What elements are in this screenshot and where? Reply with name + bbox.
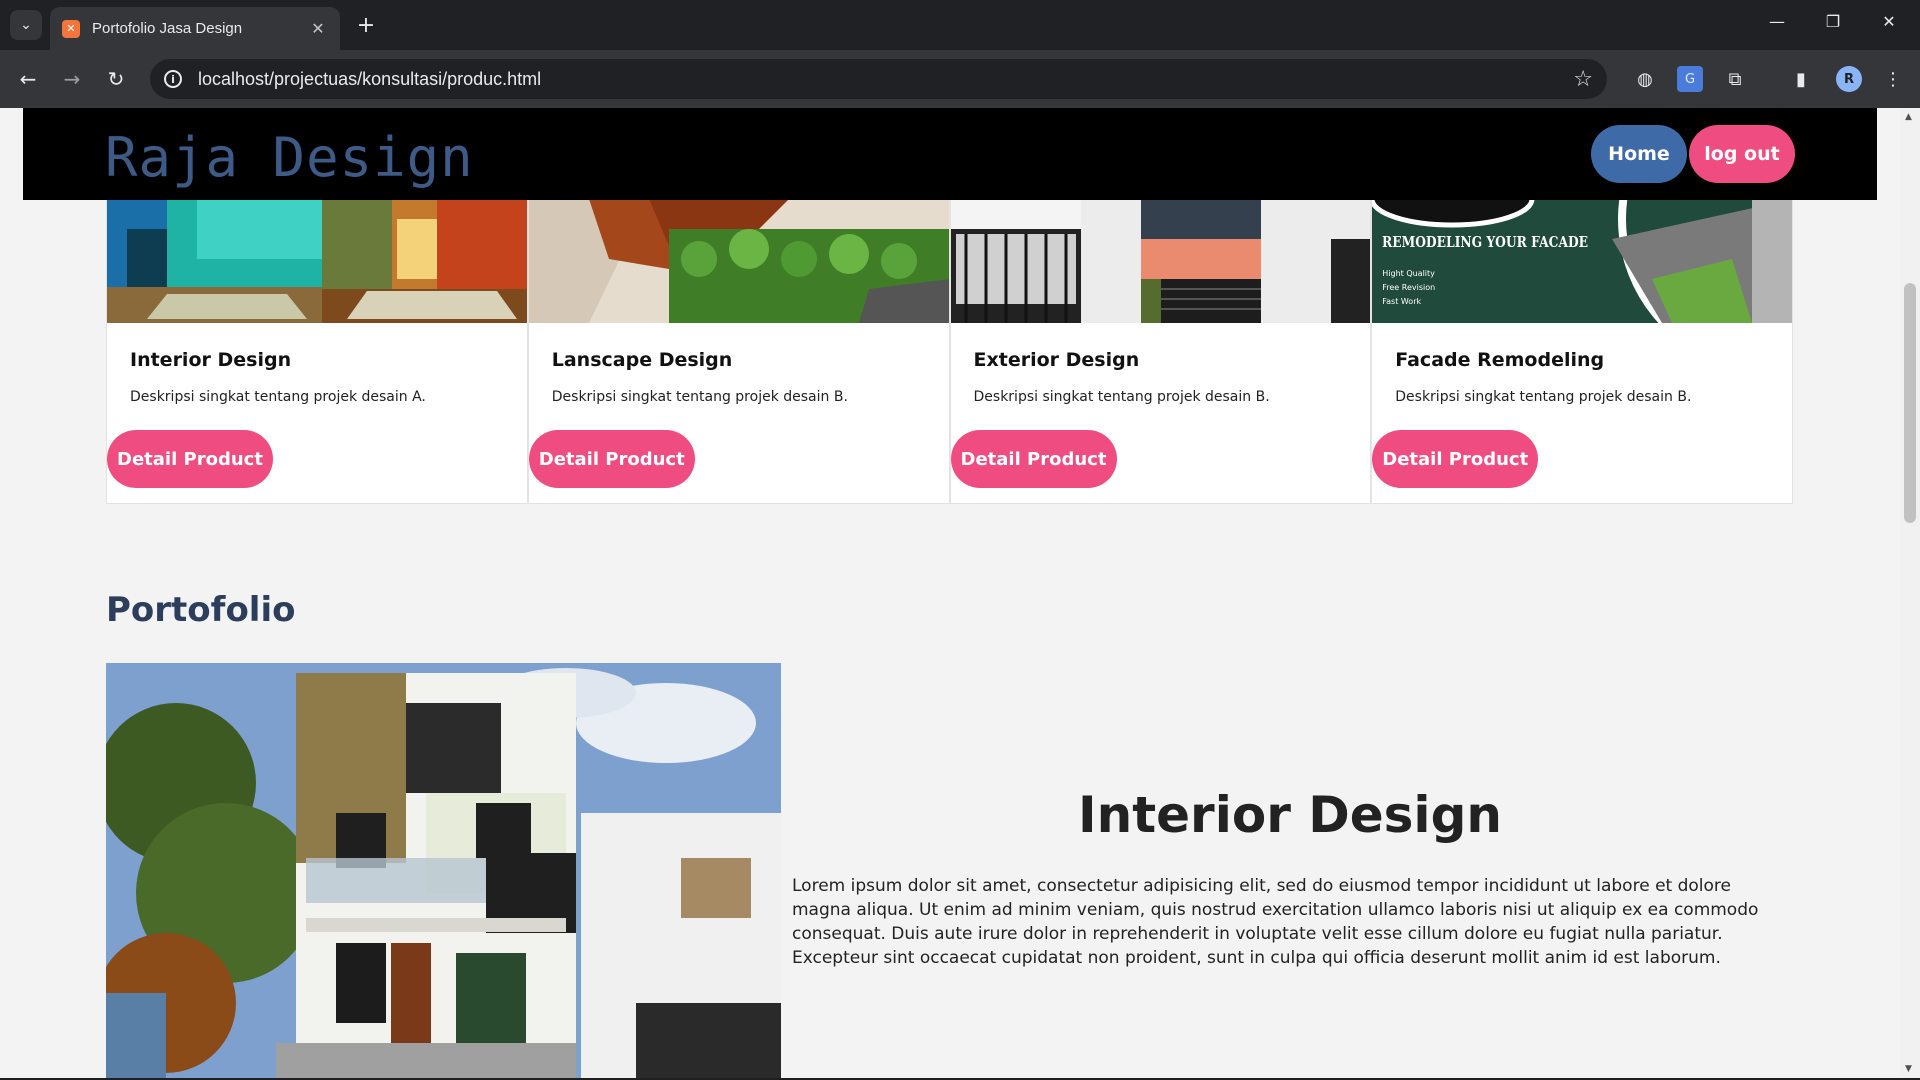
portfolio-section-title: Portofolio xyxy=(106,590,296,630)
product-card-exterior: Exterior Design Deskripsi singkat tentan… xyxy=(949,198,1372,504)
facade-remodeling-image: REMODELING YOUR FACADE Hight Quality Fre… xyxy=(1372,199,1792,323)
detail-product-button[interactable]: Detail Product xyxy=(950,430,1117,488)
url-text[interactable]: localhost/projectuas/konsultasi/produc.h… xyxy=(198,69,1573,90)
detail-product-button[interactable]: Detail Product xyxy=(528,430,695,488)
card-description: Deskripsi singkat tentang projek desain … xyxy=(973,389,1270,405)
browser-toolbar: ← → ↻ i localhost/projectuas/konsultasi/… xyxy=(0,50,1920,108)
card-description: Deskripsi singkat tentang projek desain … xyxy=(130,389,426,405)
facade-banner-headline: REMODELING YOUR FACADE xyxy=(1382,233,1589,251)
scroll-up-arrow-icon[interactable]: ▲ xyxy=(1905,112,1912,122)
landscape-design-image xyxy=(528,199,949,323)
scroll-thumb[interactable] xyxy=(1904,283,1916,523)
back-arrow-icon[interactable]: ← xyxy=(12,63,44,95)
browser-tabbar: ⌄ ✕ Portofolio Jasa Design ✕ + — ❐ ✕ xyxy=(0,0,1920,50)
new-tab-plus-icon[interactable]: + xyxy=(352,11,380,39)
product-card-facade: REMODELING YOUR FACADE Hight Quality Fre… xyxy=(1371,198,1793,504)
card-title: Interior Design xyxy=(130,349,292,371)
reload-icon[interactable]: ↻ xyxy=(100,63,132,95)
facade-feature: Hight Quality xyxy=(1382,269,1435,278)
scroll-down-arrow-icon[interactable]: ▼ xyxy=(1905,1064,1912,1074)
xampp-favicon-icon: ✕ xyxy=(62,19,80,38)
exterior-design-image xyxy=(950,199,1371,323)
interior-design-image xyxy=(107,199,527,323)
tab-title: Portofolio Jasa Design xyxy=(92,20,243,37)
translate-icon[interactable]: G xyxy=(1677,66,1703,92)
page-viewport: Interior Design Deskripsi singkat tentan… xyxy=(0,108,1900,1078)
forward-arrow-icon[interactable]: → xyxy=(56,63,88,95)
portfolio-house-image xyxy=(106,663,781,1078)
side-panel-icon[interactable]: ▮ xyxy=(1788,66,1814,92)
detail-product-button[interactable]: Detail Product xyxy=(1372,430,1539,488)
more-menu-icon[interactable]: ⋮ xyxy=(1880,66,1906,92)
card-title: Facade Remodeling xyxy=(1395,349,1605,371)
product-cards: Interior Design Deskripsi singkat tentan… xyxy=(106,198,1793,504)
card-description: Deskripsi singkat tentang projek desain … xyxy=(551,389,848,405)
card-title: Lanscape Design xyxy=(551,349,733,371)
site-info-icon[interactable]: i xyxy=(164,70,182,88)
product-card-landscape: Lanscape Design Deskripsi singkat tentan… xyxy=(527,198,950,504)
address-bar[interactable]: i localhost/projectuas/konsultasi/produc… xyxy=(150,59,1607,99)
tab-close-icon[interactable]: ✕ xyxy=(306,19,330,38)
minimize-icon[interactable]: — xyxy=(1762,12,1792,31)
portfolio-description: Lorem ipsum dolor sit amet, consectetur … xyxy=(792,876,1759,968)
card-title: Exterior Design xyxy=(973,349,1140,371)
home-button[interactable]: Home xyxy=(1591,125,1687,183)
browser-tab-active[interactable]: ✕ Portofolio Jasa Design ✕ xyxy=(50,7,340,50)
portfolio-heading: Interior Design xyxy=(1078,786,1502,844)
globe-icon[interactable]: ◍ xyxy=(1632,66,1658,92)
logout-button[interactable]: log out xyxy=(1689,125,1795,183)
detail-product-button[interactable]: Detail Product xyxy=(107,430,273,488)
bookmark-star-icon[interactable]: ☆ xyxy=(1573,67,1593,92)
card-description: Deskripsi singkat tentang projek desain … xyxy=(1395,389,1692,405)
facade-feature: Fast Work xyxy=(1382,297,1422,306)
facade-feature: Free Revision xyxy=(1382,283,1436,292)
profile-avatar[interactable]: R xyxy=(1836,66,1862,92)
extensions-puzzle-icon[interactable]: ⧉ xyxy=(1722,66,1748,92)
page-scrollbar[interactable]: ▲ ▼ xyxy=(1900,108,1920,1078)
tab-search-chevron-icon[interactable]: ⌄ xyxy=(10,10,42,40)
restore-icon[interactable]: ❐ xyxy=(1818,12,1848,31)
brand-logo-text[interactable]: Raja Design xyxy=(105,126,474,189)
product-card-interior: Interior Design Deskripsi singkat tentan… xyxy=(106,198,528,504)
site-header: Raja Design Home log out xyxy=(23,108,1877,200)
window-close-icon[interactable]: ✕ xyxy=(1874,12,1904,31)
